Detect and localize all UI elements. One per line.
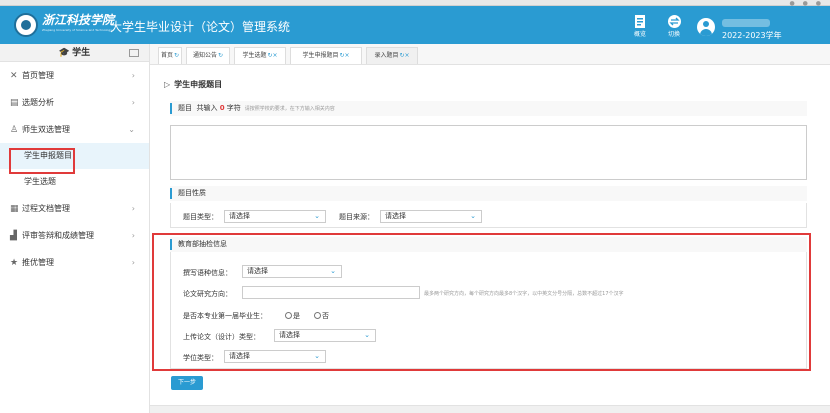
summary-button[interactable]: 概览 (627, 15, 653, 38)
school-name-en: Zhejiang University of Science and Techn… (42, 28, 112, 32)
topic-type-label: 题目类型： (183, 213, 218, 221)
next-step-button[interactable]: 下一步 (171, 376, 203, 390)
page-title-text: 学生申报题目 (174, 80, 223, 89)
sidebar-item-label: 首页管理 (22, 71, 54, 80)
tab-enter-topic[interactable]: 录入题目↻× (366, 47, 418, 64)
tab-student-select[interactable]: 学生选题↻× (234, 47, 286, 64)
highlight-box (9, 148, 75, 174)
sidebar-item-review-defense[interactable]: ▟ 评审答辩和成绩管理 › (0, 222, 149, 249)
tab-student-declare[interactable]: 学生申报题目↻× (290, 47, 362, 64)
sidebar-title: 学生 (72, 48, 91, 58)
topic-source-select[interactable]: 请选择 ⌄ (380, 210, 482, 223)
sidebar-item-process-docs[interactable]: ▦ 过程文档管理 › (0, 195, 149, 222)
user-name-redacted (722, 19, 770, 27)
page-title: ▷ 学生申报题目 (164, 79, 222, 90)
tab-label: 学生选题 (242, 52, 267, 59)
sidebar-header: 🎓 学生 (0, 44, 149, 62)
refresh-icon[interactable]: ↻ (174, 52, 179, 59)
topic-count-suffix: 字符 (226, 104, 241, 112)
chevron-right-icon: › (131, 98, 135, 107)
topic-source-label: 题目来源： (339, 213, 374, 221)
school-emblem-icon (14, 13, 38, 37)
chevron-down-icon: ⌄ (314, 212, 320, 220)
topic-hint: 请按照学校的要求，在下方输入相关内容 (244, 106, 335, 112)
graduation-cap-icon: 🎓 (58, 48, 71, 58)
triangle-right-icon: ▷ (164, 80, 171, 89)
topic-type-select[interactable]: 请选择 ⌄ (224, 210, 326, 223)
switch-label: 切换 (667, 31, 680, 38)
header: 浙江科技学院 Zhejiang University of Science an… (0, 6, 830, 44)
chevron-right-icon: › (131, 71, 135, 80)
bottom-scroll-strip (150, 405, 830, 413)
chevron-right-icon: › (131, 231, 135, 240)
user-avatar[interactable] (697, 18, 715, 36)
refresh-icon[interactable]: ↻ (218, 52, 223, 59)
sidebar-item-recommend[interactable]: ★ 推优管理 › (0, 249, 149, 276)
topic-count-prefix: 共输入 (196, 104, 218, 112)
switch-button[interactable]: 切换 (661, 15, 687, 38)
chevron-right-icon: › (131, 204, 135, 213)
topic-source-value: 请选择 (385, 212, 406, 220)
sidebar-item-label: 选题分析 (22, 98, 54, 107)
sidebar: 🎓 学生 ✕ 首页管理 › ▤ 选题分析 › ♙ 师生双选管理 ⌄ 学生申报题目 学生选题 ▦… (0, 44, 150, 413)
system-title: 大学生毕业设计（论文）管理系统 (110, 20, 291, 34)
document-icon: ▦ (10, 204, 19, 214)
home-icon: ✕ (10, 71, 18, 81)
academic-year[interactable]: 2022-2023学年 (722, 30, 782, 41)
topic-textarea[interactable] (170, 125, 807, 180)
school-logo: 浙江科技学院 Zhejiang University of Science an… (42, 12, 115, 38)
document-icon (635, 15, 645, 28)
switch-icon (667, 15, 681, 28)
sidebar-item-mutual-selection[interactable]: ♙ 师生双选管理 ⌄ (0, 116, 149, 143)
topic-label: 题目 (178, 104, 192, 112)
star-icon: ★ (10, 258, 19, 268)
tab-notice[interactable]: 通知公告↻ (186, 47, 230, 64)
topic-panel-header: 题目 共输入 0 字符 请按照学校的要求，在下方输入相关内容 (170, 101, 807, 116)
tab-label: 首页 (160, 52, 173, 59)
topic-type-value: 请选择 (229, 212, 250, 220)
refresh-close-icon[interactable]: ↻× (267, 52, 277, 59)
sidebar-item-label: 过程文档管理 (22, 204, 70, 213)
tab-label: 通知公告 (192, 52, 217, 59)
sidebar-item-label: 师生双选管理 (22, 125, 70, 134)
refresh-close-icon[interactable]: ↻× (399, 52, 409, 59)
summary-label: 概览 (633, 31, 646, 38)
nature-panel-header: 题目性质 (170, 186, 807, 201)
sidebar-item-label: 评审答辩和成绩管理 (22, 231, 94, 240)
tab-bar: 首页↻ 通知公告↻ 学生选题↻× 学生申报题目↻× 录入题目↻× (150, 44, 830, 65)
highlight-box (152, 233, 811, 371)
users-icon: ♙ (10, 125, 19, 135)
sidebar-item-home[interactable]: ✕ 首页管理 › (0, 62, 149, 89)
sidebar-toggle-icon[interactable] (129, 49, 139, 57)
sidebar-item-topic-analysis[interactable]: ▤ 选题分析 › (0, 89, 149, 116)
tab-label: 录入题目 (374, 52, 399, 59)
refresh-close-icon[interactable]: ↻× (339, 52, 349, 59)
tab-home[interactable]: 首页↻ (158, 47, 182, 64)
main-content: ▷ 学生申报题目 题目 共输入 0 字符 请按照学校的要求，在下方输入相关内容 题目… (150, 65, 830, 413)
chart-icon: ▤ (10, 98, 19, 108)
sidebar-item-label: 推优管理 (22, 258, 54, 267)
tab-label: 学生申报题目 (302, 52, 339, 59)
chevron-right-icon: › (131, 258, 135, 267)
chevron-down-icon: ⌄ (470, 212, 476, 220)
bar-chart-icon: ▟ (10, 231, 17, 241)
topic-char-count: 0 (219, 104, 225, 112)
chevron-down-icon: ⌄ (128, 125, 135, 134)
nature-heading: 题目性质 (178, 189, 206, 197)
school-name: 浙江科技学院 (42, 13, 115, 27)
